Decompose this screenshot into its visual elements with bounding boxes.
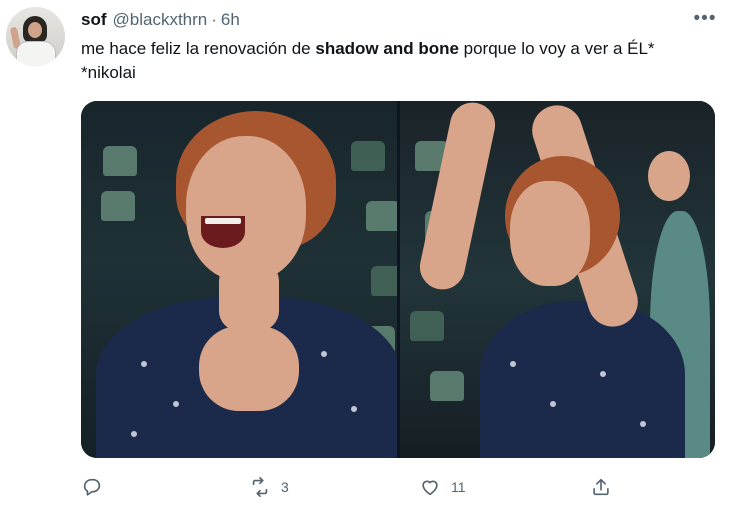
tweet: sof @blackxthrn · 6h ••• me hace feliz l… [0,0,740,511]
retweet-button[interactable]: 3 [249,473,289,501]
avatar[interactable] [6,7,65,66]
flower-print [599,371,606,377]
flower-print [639,421,646,427]
text-bold-segment: shadow and bone [315,39,459,58]
flower-print [321,351,327,357]
separator-dot: · [211,10,217,29]
avatar-face [28,22,42,38]
seat [351,141,385,171]
avatar-shirt [16,41,56,66]
shirt [479,301,685,458]
background-face [647,151,690,201]
flower-print [509,361,516,367]
more-options-button[interactable]: ••• [690,8,720,29]
seat [103,146,137,176]
like-count: 11 [451,479,466,495]
seat [429,371,464,401]
tweet-media[interactable] [81,101,715,458]
user-handle[interactable]: @blackxthrn [113,10,208,30]
tweet-text: me hace feliz la renovación de shadow an… [81,37,731,85]
flower-print [549,401,556,407]
teeth [205,218,241,224]
timestamp[interactable]: 6h [221,10,240,30]
flower-print [131,431,137,437]
flower-print [173,401,179,407]
tweet-text-line-1: me hace feliz la renovación de shadow an… [81,37,731,61]
face [186,136,306,281]
retweet-count: 3 [281,479,289,495]
tweet-text-line-2: *nikolai [81,63,136,82]
flower-print [141,361,147,367]
tweet-header: sof @blackxthrn · 6h [81,9,240,31]
seat [366,201,397,231]
hands [199,326,299,411]
mouth [201,216,245,248]
seat [371,266,397,296]
display-name[interactable]: sof [81,10,107,30]
media-photo-right[interactable] [399,101,715,458]
seat [409,311,444,341]
like-icon [422,480,438,496]
share-button[interactable] [590,473,622,501]
raised-arm-left [415,101,499,294]
flower-print [351,406,357,412]
text-segment: porque lo voy a ver a ÉL* [458,39,655,58]
tweet-actions: 3 11 [81,473,715,501]
text-segment: me hace feliz la renovación de [81,39,316,58]
media-photo-left[interactable] [81,101,397,458]
share-icon [593,478,609,496]
like-button[interactable]: 11 [419,473,466,501]
more-horizontal-icon: ••• [693,8,717,29]
face [509,181,590,286]
reply-button[interactable] [81,473,113,501]
reply-icon [83,478,101,496]
seat [101,191,135,221]
retweet-icon [252,477,268,497]
